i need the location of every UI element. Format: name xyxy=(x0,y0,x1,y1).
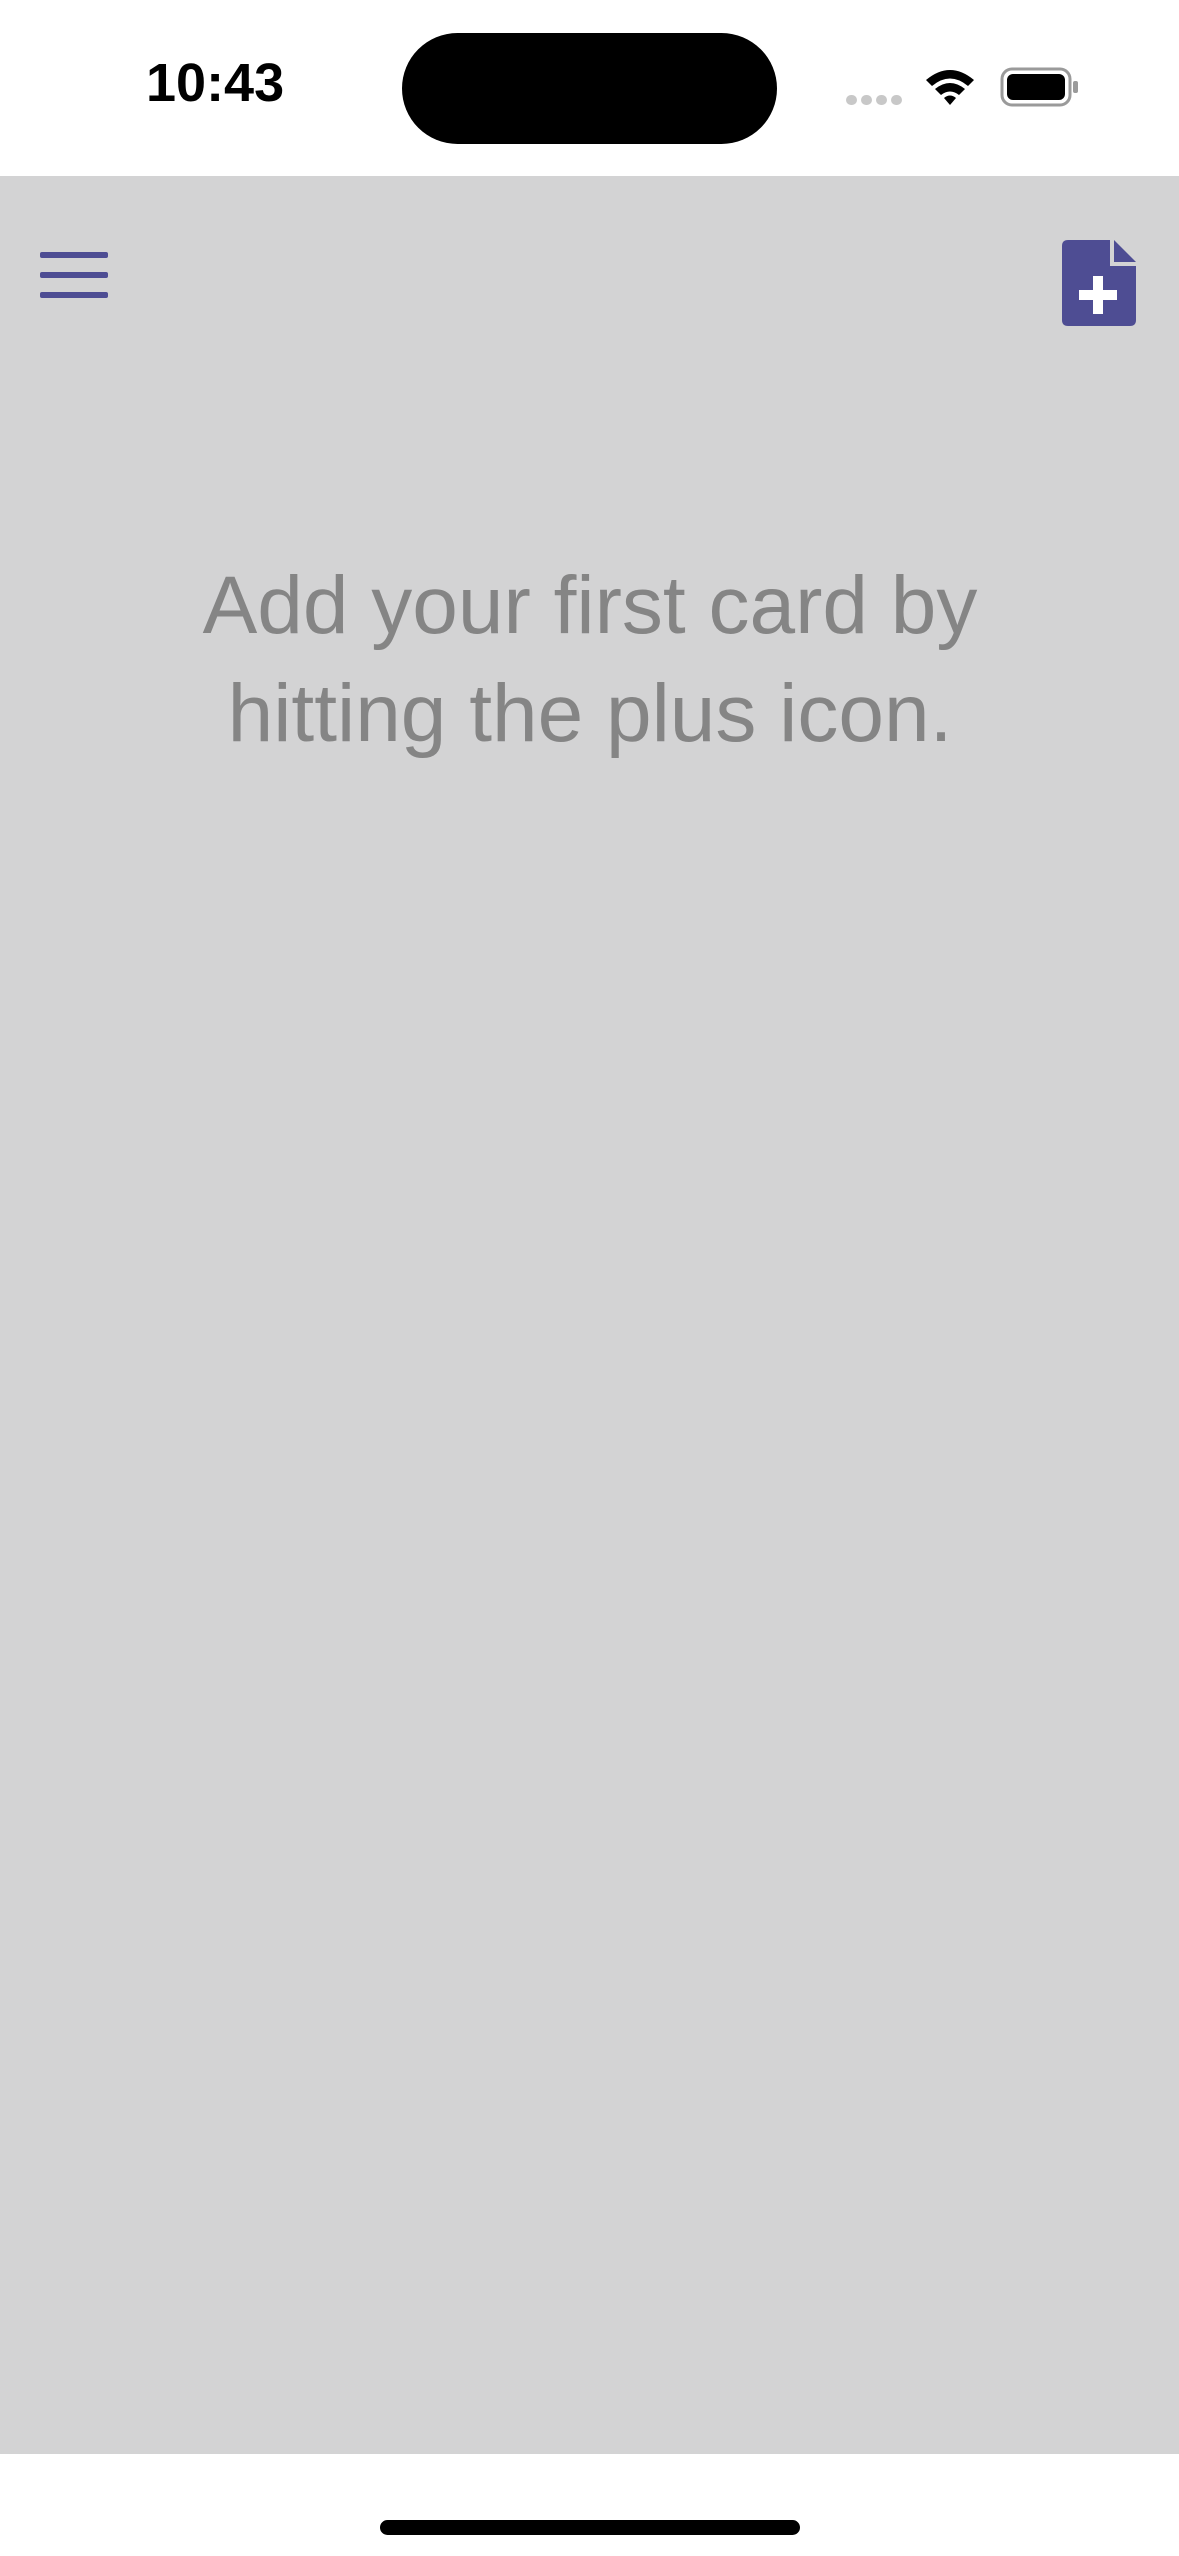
main-content: Add your first card by hitting the plus … xyxy=(0,176,1179,2454)
hamburger-menu-icon xyxy=(40,252,108,258)
status-bar: 10:43 xyxy=(0,0,1179,176)
menu-button[interactable] xyxy=(30,242,120,322)
dynamic-island xyxy=(402,33,777,144)
wifi-icon xyxy=(922,66,978,108)
add-card-button[interactable] xyxy=(1060,238,1144,328)
file-plus-icon xyxy=(1062,240,1136,326)
home-indicator-area xyxy=(0,2454,1179,2556)
home-indicator[interactable] xyxy=(380,2520,800,2535)
empty-state-message: Add your first card by hitting the plus … xyxy=(202,560,978,759)
status-time: 10:43 xyxy=(146,53,285,113)
cellular-signal-icon xyxy=(846,95,904,105)
battery-icon xyxy=(1000,67,1080,107)
